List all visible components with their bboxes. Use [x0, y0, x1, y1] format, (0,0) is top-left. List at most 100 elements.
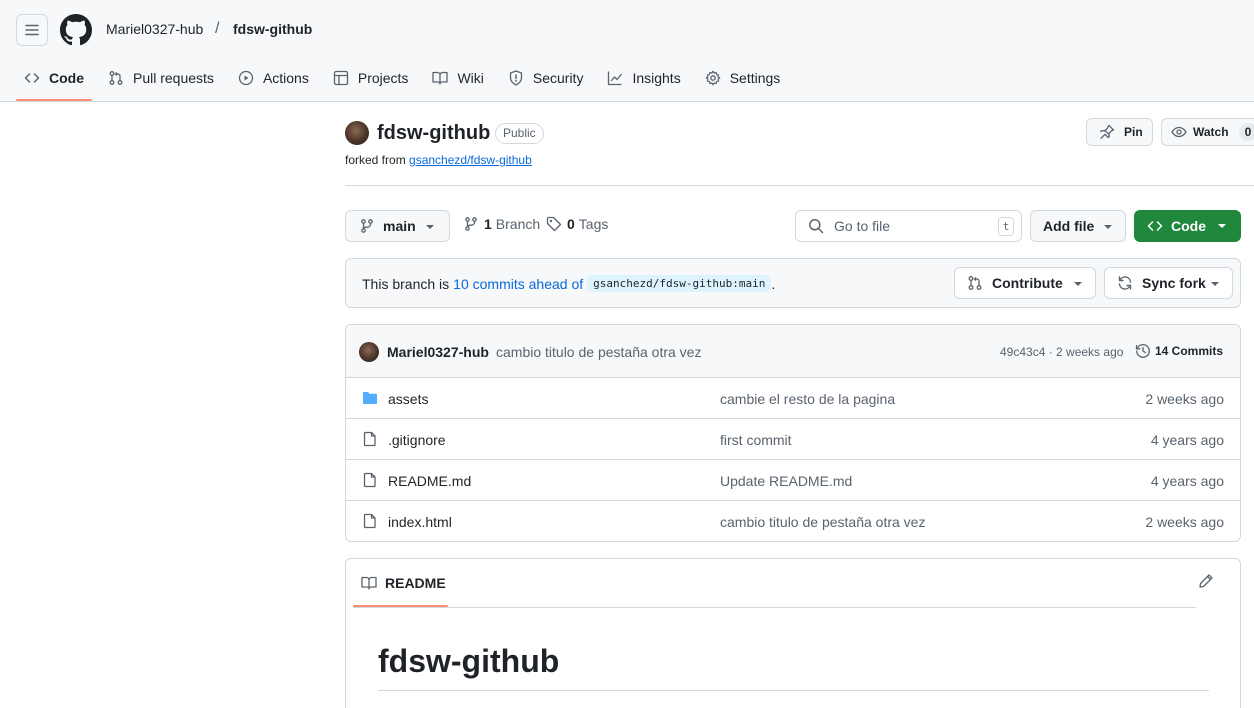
readme-tab-active-indicator — [353, 605, 448, 607]
file-commit-message[interactable]: cambio titulo de pestaña otra vez — [720, 514, 925, 530]
pencil-icon[interactable] — [1198, 573, 1214, 589]
tab-actions-label: Actions — [262, 70, 309, 86]
latest-commit-bar: Mariel0327-hub cambio titulo de pestaña … — [346, 325, 1240, 378]
tab-settings-label: Settings — [729, 70, 781, 86]
fork-status-suffix: . — [771, 275, 776, 292]
file-row[interactable]: .gitignore first commit 4 years ago — [346, 419, 1240, 460]
branch-count-label: Branch — [495, 216, 541, 232]
visibility-badge: Public — [495, 123, 544, 144]
sync-fork-button[interactable]: Sync fork — [1104, 267, 1233, 299]
file-name[interactable]: index.html — [388, 514, 452, 530]
menu-icon — [25, 24, 39, 36]
search-icon — [809, 219, 824, 234]
file-commit-message[interactable]: first commit — [720, 432, 792, 448]
branch-selector-button[interactable]: main — [345, 210, 450, 242]
file-commit-message[interactable]: Update README.md — [720, 473, 852, 489]
repo-header: Mariel0327-hub / fdsw-github Code Pull r… — [0, 0, 1254, 102]
file-browser: Mariel0327-hub cambio titulo de pestaña … — [345, 324, 1241, 542]
breadcrumb-repo-link[interactable]: fdsw-github — [233, 21, 312, 37]
file-row[interactable]: assets cambie el resto de la pagina 2 we… — [346, 378, 1240, 419]
add-file-button[interactable]: Add file — [1030, 210, 1126, 242]
tab-security[interactable]: Security — [500, 60, 592, 96]
tags-link[interactable]: 0 Tags — [546, 216, 608, 232]
file-icon — [363, 431, 376, 447]
file-name[interactable]: assets — [388, 391, 428, 407]
watch-button[interactable]: Watch 0 — [1161, 118, 1254, 146]
file-row[interactable]: index.html cambio titulo de pestaña otra… — [346, 501, 1240, 541]
title-divider — [345, 185, 1254, 186]
chevron-down-icon — [1104, 225, 1112, 229]
file-name[interactable]: README.md — [388, 473, 471, 489]
contribute-label: Contribute — [992, 275, 1063, 291]
sync-fork-label: Sync fork — [1142, 275, 1206, 291]
repo-nav: Code Pull requests Actions Projects Wiki… — [16, 60, 796, 102]
book-icon — [361, 576, 377, 590]
watch-count: 0 — [1238, 123, 1254, 141]
file-date: 4 years ago — [1150, 432, 1224, 448]
tab-wiki[interactable]: Wiki — [424, 60, 491, 96]
tag-count-number: 0 — [567, 216, 575, 232]
breadcrumb-separator: / — [215, 20, 220, 37]
forked-from-label: forked from — [345, 153, 406, 167]
play-icon — [238, 70, 254, 86]
chevron-down-icon — [1211, 282, 1219, 286]
readme-panel: README fdsw-github — [345, 558, 1241, 708]
pin-label: Pin — [1124, 125, 1143, 139]
file-row[interactable]: README.md Update README.md 4 years ago — [346, 460, 1240, 501]
shortcut-key: t — [998, 217, 1014, 236]
tab-projects[interactable]: Projects — [325, 60, 417, 96]
add-file-label: Add file — [1043, 218, 1095, 234]
owner-avatar[interactable] — [345, 121, 369, 145]
tab-code[interactable]: Code — [16, 60, 92, 101]
tab-pull-requests[interactable]: Pull requests — [100, 60, 222, 96]
hamburger-menu-button[interactable] — [16, 14, 48, 46]
shield-icon — [509, 70, 523, 86]
github-logo-icon[interactable] — [60, 14, 92, 46]
watch-label: Watch — [1193, 125, 1229, 139]
forked-from-link[interactable]: gsanchezd/fdsw-github — [409, 153, 532, 167]
file-date: 2 weeks ago — [1145, 514, 1224, 530]
history-icon — [1135, 344, 1150, 358]
graph-icon — [608, 71, 623, 86]
readme-heading-rule — [378, 690, 1209, 691]
book-icon — [432, 71, 449, 85]
breadcrumb-owner-link[interactable]: Mariel0327-hub — [106, 21, 203, 37]
pull-request-icon — [109, 71, 123, 85]
pull-request-icon — [968, 276, 982, 290]
branch-icon — [361, 219, 373, 233]
branches-link[interactable]: 1 Branch — [463, 216, 540, 232]
branch-icon — [465, 217, 477, 231]
commits-ahead-link[interactable]: 10 commits ahead of — [453, 276, 583, 292]
commit-meta[interactable]: 49c43c4 · 2 weeks ago — [1000, 345, 1123, 359]
tab-actions[interactable]: Actions — [230, 60, 317, 96]
file-icon — [363, 513, 376, 529]
tab-insights[interactable]: Insights — [599, 60, 688, 96]
tab-settings[interactable]: Settings — [697, 60, 789, 96]
tab-security-label: Security — [532, 70, 584, 86]
pin-icon — [1100, 124, 1115, 139]
commits-link[interactable]: 14 Commits — [1135, 343, 1223, 359]
commit-message[interactable]: cambio titulo de pestaña otra vez — [496, 344, 701, 360]
sync-icon — [1118, 276, 1132, 290]
eye-icon — [1171, 126, 1187, 138]
pin-button[interactable]: Pin — [1086, 118, 1153, 146]
tag-icon — [546, 216, 562, 232]
file-name[interactable]: .gitignore — [388, 432, 446, 448]
code-icon — [24, 73, 40, 83]
go-to-file-placeholder: Go to file — [834, 218, 891, 234]
readme-tab-divider — [353, 607, 1196, 608]
fork-status-banner: This branch is 10 commits ahead of gsanc… — [345, 258, 1241, 308]
commit-author-avatar[interactable] — [359, 342, 379, 362]
repo-title[interactable]: fdsw-github — [377, 122, 490, 145]
file-date: 4 years ago — [1150, 473, 1224, 489]
go-to-file-input[interactable]: Go to file t — [795, 210, 1022, 242]
readme-tab[interactable]: README — [361, 575, 446, 591]
branch-name: main — [383, 218, 416, 234]
file-commit-message[interactable]: cambie el resto de la pagina — [720, 391, 895, 407]
commit-author[interactable]: Mariel0327-hub — [387, 344, 489, 360]
fork-status-text: This branch is 10 commits ahead of gsanc… — [362, 275, 775, 292]
file-icon — [363, 472, 376, 488]
tab-code-label: Code — [49, 70, 84, 86]
code-button[interactable]: Code — [1134, 210, 1241, 242]
contribute-button[interactable]: Contribute — [954, 267, 1096, 299]
